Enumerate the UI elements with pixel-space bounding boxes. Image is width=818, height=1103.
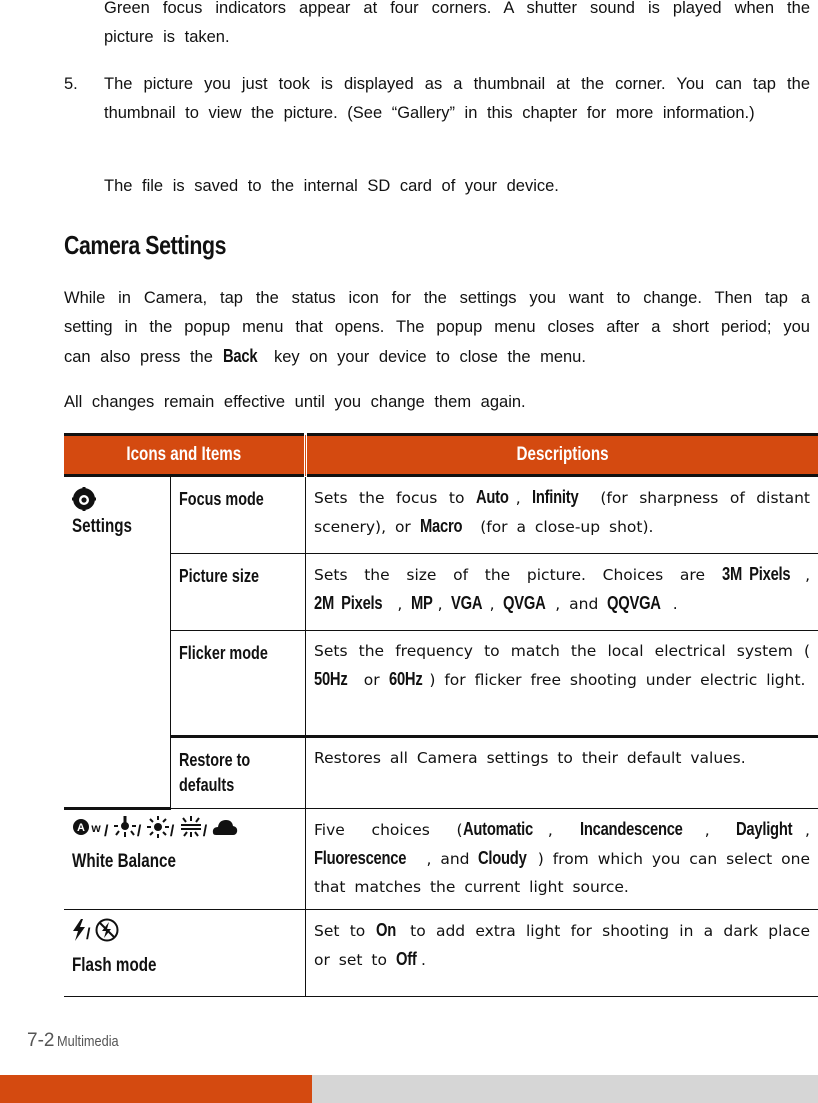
separator: / (136, 823, 142, 841)
bold-option-term: Cloudy (478, 848, 528, 868)
footer-accent-bar (0, 1075, 312, 1103)
settings-instructions: While in Camera, tap the status icon for… (64, 284, 810, 372)
camera-settings-table: Icons and Items Descriptions Settings Fo… (64, 433, 818, 997)
settings-label: Settings (72, 516, 132, 537)
separator: / (202, 823, 208, 841)
desc-restore-defaults: Restores all Camera settings to their de… (305, 736, 818, 809)
intro-paragraph: Green focus indicators appear at four co… (104, 0, 810, 46)
bold-option-term: Daylight (736, 819, 793, 839)
separator: / (86, 926, 91, 944)
header-descriptions: Descriptions (305, 433, 818, 477)
settings-icon (72, 486, 96, 511)
table-row: / Flash mode Set to On to add extra ligh… (64, 909, 818, 997)
bold-option-term: Automatic (462, 819, 533, 839)
instructions-text-b: key on your device to close the menu. (273, 348, 586, 366)
table-row: Restore to defaults Restores all Camera … (64, 736, 818, 809)
back-key-label: Back (222, 346, 258, 366)
bold-option-term: MP (411, 593, 433, 613)
item-flicker-mode: Flicker mode (170, 630, 306, 738)
bold-option-term: Fluorescence (314, 848, 407, 868)
desc-flicker-mode: Sets the frequency to match the local el… (305, 630, 818, 738)
white-balance-cell: Aw / / / / White Balance (64, 808, 306, 910)
bold-option-term: Auto (475, 487, 509, 507)
table-row: Aw / / / / White Balance Five choices (A… (64, 808, 818, 910)
section-name: Multimedia (57, 1033, 119, 1050)
step-5-text: The picture you just took is displayed a… (104, 75, 810, 122)
flash-mode-label: Flash mode (72, 955, 157, 976)
fluorescent-icon (179, 816, 203, 848)
section-heading: Camera Settings (64, 230, 227, 260)
bold-option-term: Off (395, 949, 417, 969)
bold-option-term: On (375, 920, 396, 940)
bold-option-term: 3M Pixels (721, 564, 791, 584)
header-icons-items: Icons and Items (64, 433, 307, 477)
svg-text:A: A (77, 822, 85, 834)
auto-white-balance-icon: Aw (72, 817, 104, 847)
changes-note: All changes remain effective until you c… (64, 393, 526, 411)
flash-mode-cell: / Flash mode (64, 909, 306, 997)
item-focus-mode: Focus mode (170, 475, 306, 554)
bold-option-term: 60Hz (388, 669, 423, 689)
desc-picture-size: Sets the size of the picture. Choices ar… (305, 553, 818, 631)
table-row: Flicker mode Sets the frequency to match… (64, 630, 818, 738)
table-row: Settings Focus mode Sets the focus to Au… (64, 475, 818, 810)
bold-option-term: 50Hz (314, 669, 348, 689)
desc-flash-mode: Set to On to add extra light for shootin… (305, 909, 818, 997)
table-row: Picture size Sets the size of the pictur… (64, 553, 818, 631)
bold-option-term: QVGA (503, 593, 546, 613)
cloudy-icon (212, 818, 238, 846)
incandescent-icon (113, 816, 137, 848)
desc-focus-mode: Sets the focus to Auto, Infinity (for sh… (305, 475, 818, 554)
page-number: 7-2 (27, 1030, 55, 1051)
separator: / (104, 823, 109, 841)
bold-option-term: 2M Pixels (314, 593, 383, 613)
settings-group-cell: Settings (64, 475, 171, 810)
daylight-icon (146, 816, 170, 848)
flash-off-icon (95, 918, 119, 952)
footer-gray-bar (312, 1075, 818, 1103)
separator: / (169, 823, 175, 841)
item-picture-size: Picture size (170, 553, 306, 631)
bold-option-term: Infinity (532, 487, 579, 507)
flash-on-icon (72, 919, 86, 951)
bold-option-term: QQVGA (607, 593, 661, 613)
bold-option-term: Incandescence (579, 819, 683, 839)
file-saved-note: The file is saved to the internal SD car… (104, 177, 559, 195)
desc-white-balance: Five choices (Automatic, Incandescence, … (305, 808, 818, 910)
step-number: 5. (64, 75, 78, 93)
white-balance-label: White Balance (72, 851, 176, 872)
bold-option-term: VGA (451, 593, 483, 613)
item-restore-defaults: Restore to defaults (170, 736, 306, 809)
svg-text:w: w (90, 821, 101, 835)
bold-option-term: Macro (419, 516, 462, 536)
